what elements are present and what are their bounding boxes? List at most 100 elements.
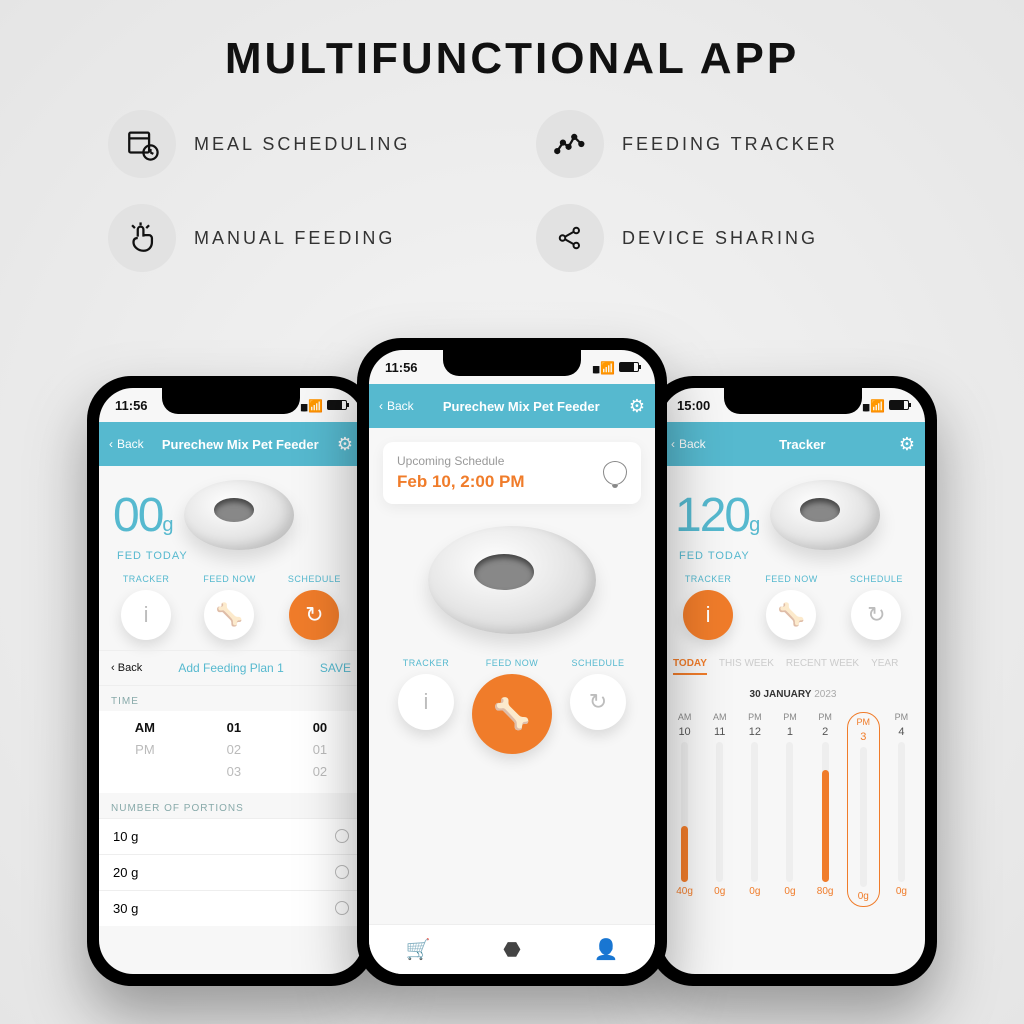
bar-column[interactable]: AM110g <box>706 712 733 907</box>
gram-unit: g <box>162 514 173 536</box>
tracker-button[interactable]: TRACKER i <box>683 574 733 640</box>
plan-save-button[interactable]: SAVE <box>320 661 351 675</box>
bar-track <box>751 742 758 882</box>
history-icon: ↻ <box>289 590 339 640</box>
app-header: ‹ Back Purechew Mix Pet Feeder ⚙ <box>99 422 363 466</box>
gram-unit: g <box>749 514 760 536</box>
wifi-icon <box>308 398 323 413</box>
bar-column[interactable]: PM280g <box>812 712 839 907</box>
feature-grid: MEAL SCHEDULING FEEDING TRACKER MANUAL F… <box>0 110 1024 272</box>
tab-recent-week[interactable]: RECENT WEEK <box>786 658 859 675</box>
app-header: ‹ Back Tracker ⚙ <box>661 422 925 466</box>
tap-icon <box>108 204 176 272</box>
nav-profile-icon[interactable]: 👤 <box>594 937 619 962</box>
upcoming-schedule-card[interactable]: Upcoming Schedule Feb 10, 2:00 PM <box>383 442 641 504</box>
portion-option[interactable]: 30 g <box>99 890 363 926</box>
tracker-button[interactable]: TRACKER i <box>398 658 454 754</box>
bar-hour: 3 <box>860 731 866 743</box>
history-icon: ↻ <box>851 590 901 640</box>
settings-button[interactable]: ⚙ <box>337 434 353 455</box>
back-button[interactable]: ‹ Back <box>379 399 414 413</box>
tracker-date: 30 JANUARY 2023 <box>661 683 925 702</box>
time-picker[interactable]: AMPM 010203 000102 <box>99 711 363 793</box>
fed-today-label: FED TODAY <box>661 550 925 562</box>
chart-line-icon <box>536 110 604 178</box>
settings-button[interactable]: ⚙ <box>899 434 915 455</box>
wifi-icon <box>870 398 885 413</box>
feeder-device-image <box>770 480 880 550</box>
feed-now-button[interactable]: FEED NOW 🦴 <box>203 574 256 640</box>
feature-manual-feeding: MANUAL FEEDING <box>108 204 488 272</box>
feature-label: MEAL SCHEDULING <box>194 134 410 155</box>
portion-option[interactable]: 20 g <box>99 854 363 890</box>
settings-button[interactable]: ⚙ <box>629 396 645 417</box>
bar-column[interactable]: AM 10 40g <box>671 712 698 907</box>
status-time: 11:56 <box>385 360 418 375</box>
info-icon: i <box>398 674 454 730</box>
plan-title: Add Feeding Plan 1 <box>178 661 283 675</box>
bar-hour: 12 <box>749 726 761 738</box>
bar-value: 40g <box>676 886 693 897</box>
schedule-button[interactable]: SCHEDULE ↻ <box>570 658 626 754</box>
portion-list: 10 g 20 g 30 g <box>99 818 363 926</box>
bar-hour: 1 <box>787 726 793 738</box>
feature-label: FEEDING TRACKER <box>622 134 838 155</box>
history-icon: ↻ <box>570 674 626 730</box>
calendar-clock-icon <box>108 110 176 178</box>
info-icon: i <box>683 590 733 640</box>
signal-icon <box>862 398 866 413</box>
bar-column[interactable]: PM 12 0g <box>741 712 768 907</box>
upcoming-label: Upcoming Schedule <box>397 454 525 468</box>
bar-hour: 10 <box>678 726 690 738</box>
bar-value: 0g <box>714 886 725 897</box>
schedule-button[interactable]: SCHEDULE ↻ <box>288 574 341 640</box>
bar-column[interactable]: PM40g <box>888 712 915 907</box>
battery-icon <box>327 400 347 410</box>
tracker-button[interactable]: TRACKER i <box>121 574 171 640</box>
tab-this-week[interactable]: THIS WEEK <box>719 658 774 675</box>
fed-today-label: FED TODAY <box>99 550 363 562</box>
bar-hour: 4 <box>898 726 904 738</box>
info-icon: i <box>121 590 171 640</box>
feature-label: MANUAL FEEDING <box>194 228 395 249</box>
battery-icon <box>619 362 639 372</box>
bar-value: 0g <box>749 886 760 897</box>
bone-icon: 🦴 <box>766 590 816 640</box>
phone-feed-now-screen: 11:56 ‹ Back Purechew Mix Pet Feeder ⚙ U… <box>357 338 667 986</box>
nav-home-icon[interactable]: ⬣ <box>503 937 520 962</box>
phone-schedule-screen: 11:56 ‹ Back Purechew Mix Pet Feeder ⚙ 0… <box>87 376 375 986</box>
feed-now-button[interactable]: FEED NOW 🦴 <box>472 658 552 754</box>
bar-column[interactable]: PM 3 0g <box>847 712 880 907</box>
portion-option[interactable]: 10 g <box>99 818 363 854</box>
bar-value: 0g <box>784 886 795 897</box>
bar-column[interactable]: PM10g <box>776 712 803 907</box>
plan-back-button[interactable]: ‹ Back <box>111 662 142 674</box>
bar-value: 0g <box>858 891 869 902</box>
signal-icon <box>300 398 304 413</box>
bell-icon[interactable] <box>603 461 627 485</box>
feature-device-sharing: DEVICE SHARING <box>536 204 916 272</box>
tab-year[interactable]: YEAR <box>871 658 898 675</box>
phone-tracker-screen: 15:00 ‹ Back Tracker ⚙ 120g FED TODAY TR… <box>649 376 937 986</box>
bar-ampm: PM <box>748 712 762 722</box>
bar-ampm: PM <box>857 717 871 727</box>
bar-ampm: PM <box>895 712 909 722</box>
status-time: 15:00 <box>677 398 710 413</box>
back-button[interactable]: ‹ Back <box>671 437 706 451</box>
bar-value: 80g <box>817 886 834 897</box>
nav-shop-icon[interactable]: 🛒 <box>405 937 430 962</box>
share-icon <box>536 204 604 272</box>
schedule-button[interactable]: SCHEDULE ↻ <box>850 574 903 640</box>
bar-track <box>716 742 723 882</box>
feed-now-button[interactable]: FEED NOW 🦴 <box>765 574 818 640</box>
feeder-device-image <box>428 526 596 634</box>
fed-today-value: 120 <box>675 489 749 542</box>
bar-ampm: AM <box>713 712 727 722</box>
tab-today[interactable]: TODAY <box>673 658 707 675</box>
back-button[interactable]: ‹ Back <box>109 437 144 451</box>
wifi-icon <box>600 360 615 375</box>
upcoming-value: Feb 10, 2:00 PM <box>397 472 525 492</box>
feeder-device-image <box>184 480 294 550</box>
battery-icon <box>889 400 909 410</box>
bar-ampm: AM <box>678 712 692 722</box>
